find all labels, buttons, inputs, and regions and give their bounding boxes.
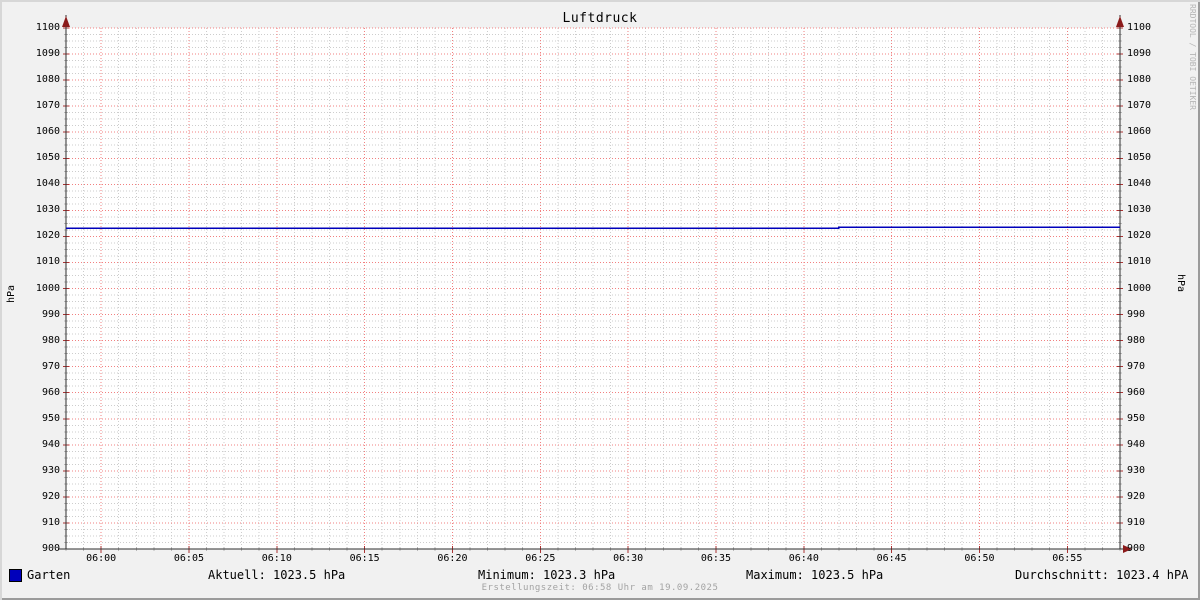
legend-label-garten: Garten	[27, 568, 70, 582]
rrdtool-pressure-graph: Luftdruck RRDTOOL / TOBI OETIKER hPa hPa…	[0, 0, 1200, 600]
creation-time-note: Erstellungszeit: 06:58 Uhr am 19.09.2025	[0, 583, 1200, 593]
stat-minimum: Minimum: 1023.3 hPa	[478, 568, 615, 582]
stat-durchschnitt: Durchschnitt: 1023.4 hPA	[1015, 568, 1188, 582]
plot-area	[0, 0, 1200, 600]
stat-aktuell: Aktuell: 1023.5 hPa	[208, 568, 345, 582]
stat-maximum: Maximum: 1023.5 hPa	[746, 568, 883, 582]
legend-swatch-garten	[9, 569, 22, 582]
